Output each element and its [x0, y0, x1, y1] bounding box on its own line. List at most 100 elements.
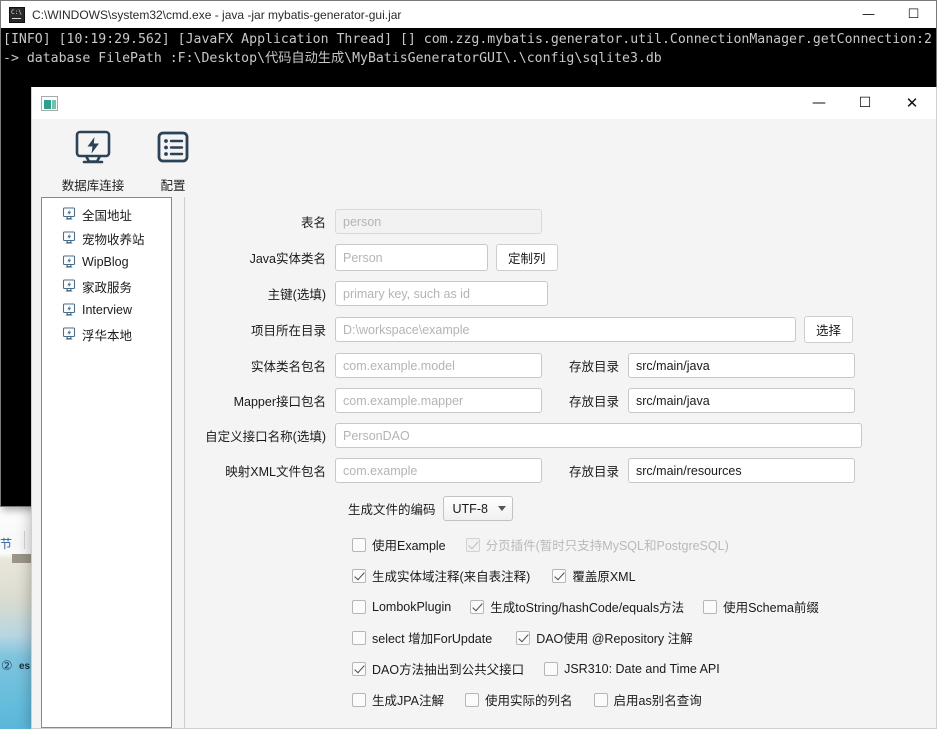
console-title-bar[interactable]: C:\WINDOWS\system32\cmd.exe - java -jar … [1, 1, 936, 29]
console-maximize-button[interactable]: ☐ [891, 1, 936, 28]
entity-package-input[interactable] [335, 353, 542, 378]
checkbox-tostring-hashcode-equals[interactable]: 生成toString/hashCode/equals方法 [470, 597, 684, 616]
checkbox-box [352, 692, 366, 707]
db-connection-icon [62, 326, 77, 342]
tree-item-interview[interactable]: Interview [42, 298, 171, 322]
mapper-target-input[interactable] [628, 388, 856, 413]
row-custom-interface: 自定义接口名称(选填) [196, 423, 936, 448]
database-connect-icon [71, 128, 115, 170]
checkbox-jsr310-date-time-api[interactable]: JSR310: Date and Time API [544, 661, 720, 676]
row-entity-package: 实体类名包名 存放目录 [196, 353, 936, 378]
background-window-sliver[interactable]: 节 ② es [0, 507, 33, 729]
checkbox-box [352, 599, 366, 614]
console-minimize-button[interactable]: — [846, 1, 891, 28]
entity-package-label: 实体类名包名 [250, 360, 326, 374]
checkbox-label: 使用实际的列名 [485, 694, 573, 708]
checkbox-label: 使用Example [372, 539, 446, 553]
app-title-bar[interactable]: — ☐ ✕ [32, 87, 936, 119]
entity-class-label: Java实体类名 [249, 252, 326, 266]
db-connection-icon [62, 230, 77, 246]
checkbox-box [516, 630, 531, 645]
checkbox-use-example[interactable]: 使用Example [352, 535, 446, 554]
entity-class-input[interactable] [335, 244, 488, 271]
tree-item-label: 浮华本地 [82, 328, 133, 343]
background-divider [24, 531, 25, 549]
main-split: 全国地址 宠物收养站 WipBlog 家政服务 Interview 浮华本地 表… [32, 197, 936, 728]
console-line-1: [INFO] [10:19:29.562] [JavaFX Applicatio… [3, 32, 932, 47]
checkbox-label: 分页插件(暂时只支持MySQL和PostgreSQL) [485, 539, 729, 553]
tree-item-wipblog[interactable]: WipBlog [42, 250, 171, 274]
checkbox-box [465, 537, 480, 552]
checkbox-box [352, 630, 366, 645]
project-dir-label: 项目所在目录 [250, 324, 326, 338]
custom-interface-input[interactable] [335, 423, 862, 448]
entity-target-input[interactable] [628, 353, 856, 378]
checkbox-entity-comment[interactable]: 生成实体域注释(来自表注释) [352, 566, 530, 585]
app-close-button[interactable]: ✕ [888, 87, 936, 119]
tree-item-label: Interview [82, 303, 133, 317]
connection-tree-panel[interactable]: 全国地址 宠物收养站 WipBlog 家政服务 Interview 浮华本地 [41, 197, 172, 728]
checkbox-label: select 增加ForUpdate [372, 632, 493, 646]
encoding-label: 生成文件的编码 [348, 503, 436, 517]
checkbox-use-schema-prefix[interactable]: 使用Schema前缀 [703, 597, 819, 616]
table-name-input[interactable] [335, 209, 542, 234]
db-connection-icon [62, 206, 77, 222]
tree-item-label: 家政服务 [82, 280, 133, 295]
checkbox-dao-repository-annotation[interactable]: DAO使用 @Repository 注解 [516, 628, 693, 647]
checkbox-label: 覆盖原XML [572, 570, 636, 584]
tree-item-quanguodizhi[interactable]: 全国地址 [42, 202, 171, 226]
checkbox-label: 生成JPA注解 [372, 694, 444, 708]
xml-package-input[interactable] [335, 458, 542, 483]
entity-target-label: 存放目录 [569, 360, 620, 374]
tree-item-fuhuabendi[interactable]: 浮华本地 [42, 322, 171, 346]
custom-interface-label: 自定义接口名称(选填) [205, 430, 326, 444]
primary-key-input[interactable] [335, 281, 548, 306]
checkbox-row-4: select 增加ForUpdate DAO使用 @Repository 注解 [196, 628, 936, 647]
mapper-package-input[interactable] [335, 388, 542, 413]
mapper-package-label: Mapper接口包名 [233, 395, 326, 409]
toolbar-button-database-connect-label: 数据库连接 [61, 179, 125, 193]
tree-item-chongwushouyangzhan[interactable]: 宠物收养站 [42, 226, 171, 250]
mybatis-generator-window[interactable]: — ☐ ✕ 数据库连接 配置 全国地址 宠物收养站 WipBlog 家政服务 I… [31, 87, 937, 729]
choose-directory-button[interactable]: 选择 [804, 316, 854, 343]
checkbox-label: 生成实体域注释(来自表注释) [372, 570, 531, 584]
db-connection-icon [62, 278, 77, 294]
checkbox-box [352, 661, 366, 676]
checkbox-label: LombokPlugin [372, 599, 452, 614]
app-minimize-button[interactable]: — [796, 87, 842, 119]
checkbox-row-1: 使用Example 分页插件(暂时只支持MySQL和PostgreSQL) [196, 535, 936, 554]
encoding-select[interactable]: UTF-8 [442, 496, 513, 521]
checkbox-overwrite-xml[interactable]: 覆盖原XML [552, 566, 636, 585]
checkbox-dao-common-parent-interface[interactable]: DAO方法抽出到公共父接口 [352, 659, 524, 678]
checkbox-box [352, 568, 366, 583]
checkbox-lombok-plugin[interactable]: LombokPlugin [352, 599, 452, 614]
app-maximize-button[interactable]: ☐ [842, 87, 888, 119]
project-dir-input[interactable] [335, 317, 796, 342]
table-name-label: 表名 [300, 216, 326, 230]
checkbox-label: DAO方法抽出到公共父接口 [372, 663, 525, 677]
toolbar-button-config[interactable]: 配置 [133, 125, 213, 194]
row-primary-key: 主键(选填) [196, 281, 936, 306]
checkbox-select-for-update[interactable]: select 增加ForUpdate [352, 628, 492, 647]
tree-item-jiazhengfuwu[interactable]: 家政服务 [42, 274, 171, 298]
row-mapper-package: Mapper接口包名 存放目录 [196, 388, 936, 413]
checkbox-label: DAO使用 @Repository 注解 [536, 632, 693, 646]
checkbox-enable-as-alias-query[interactable]: 启用as别名查询 [593, 690, 702, 709]
app-window-controls: — ☐ ✕ [796, 87, 936, 119]
custom-columns-button[interactable]: 定制列 [496, 244, 558, 271]
row-table-name: 表名 [196, 209, 936, 234]
row-encoding: 生成文件的编码 UTF-8 [196, 496, 936, 521]
primary-key-label: 主键(选填) [267, 288, 326, 302]
checkbox-row-2: 生成实体域注释(来自表注释) 覆盖原XML [196, 566, 936, 585]
xml-target-input[interactable] [628, 458, 856, 483]
app-icon [41, 95, 58, 111]
checkbox-use-actual-column-names[interactable]: 使用实际的列名 [465, 690, 573, 709]
checkbox-box [465, 692, 479, 707]
checkbox-generate-jpa-annotations[interactable]: 生成JPA注解 [352, 690, 444, 709]
split-divider[interactable] [173, 197, 196, 728]
config-list-icon [151, 128, 195, 170]
console-title-text: C:\WINDOWS\system32\cmd.exe - java -jar … [32, 7, 402, 22]
toolbar-button-database-connect[interactable]: 数据库连接 [53, 125, 133, 194]
checkbox-row-3: LombokPlugin 生成toString/hashCode/equals方… [196, 597, 936, 616]
console-line-2: -> database FilePath :F:\Desktop\代码自动生成\… [3, 51, 662, 66]
